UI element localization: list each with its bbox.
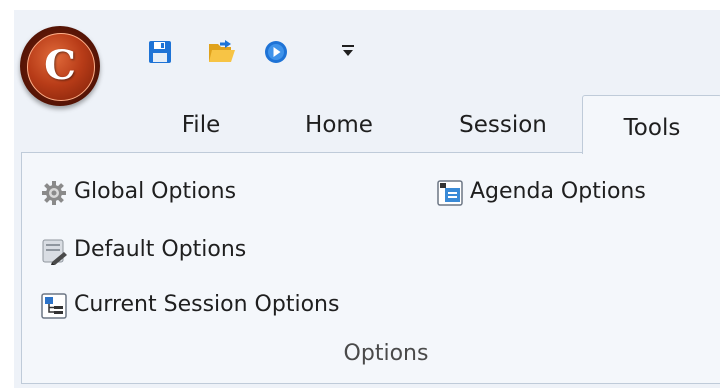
current-session-options-label: Current Session Options	[74, 292, 340, 317]
save-icon[interactable]	[148, 40, 172, 64]
open-folder-icon[interactable]	[208, 39, 236, 63]
tab-tools[interactable]: Tools	[582, 95, 720, 154]
global-options-label: Global Options	[74, 179, 237, 204]
ribbon-panel-tools: Global Options Default Options Current S	[21, 152, 720, 384]
current-session-options-button[interactable]: Current Session Options	[40, 285, 440, 325]
tab-file[interactable]: File	[161, 95, 241, 151]
options-group-label: Options	[343, 341, 429, 366]
app-logo-button[interactable]: C	[20, 26, 100, 106]
default-options-button[interactable]: Default Options	[40, 230, 340, 270]
global-options-button[interactable]: Global Options	[40, 172, 340, 212]
gears-icon	[40, 179, 68, 207]
agenda-options-button[interactable]: Agenda Options	[436, 172, 720, 212]
run-icon[interactable]	[264, 40, 288, 64]
default-options-icon	[40, 237, 68, 265]
agenda-options-label: Agenda Options	[470, 179, 646, 204]
default-options-label: Default Options	[74, 237, 247, 262]
customize-dropdown-icon[interactable]	[340, 42, 356, 60]
session-tree-icon	[40, 292, 68, 320]
agenda-window-icon	[436, 179, 464, 207]
app-logo-letter: C	[44, 42, 76, 89]
tab-session[interactable]: Session	[433, 95, 573, 151]
tab-home[interactable]: Home	[285, 95, 393, 151]
